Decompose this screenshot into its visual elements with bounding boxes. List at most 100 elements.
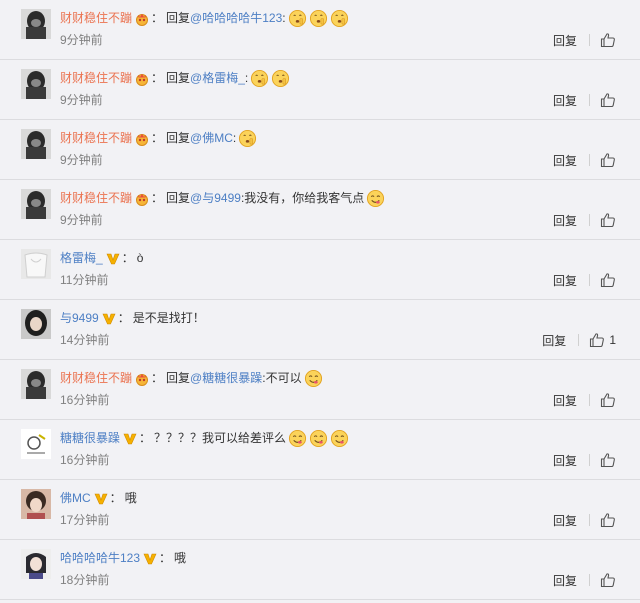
reply-button[interactable]: 回复 [553,392,577,409]
user-avatar[interactable] [21,249,51,279]
shush-emoji-icon [307,8,328,28]
comment-time: 14分钟前 [60,333,110,347]
thumbs-up-icon [600,512,616,528]
yum-emoji-icon [286,428,307,448]
yum-emoji-icon [364,188,385,208]
comment-time: 9分钟前 [60,93,103,107]
like-button[interactable] [600,272,616,288]
comment-text: :不可以 [262,371,302,385]
username-link[interactable]: 财财稳住不蹦 [60,8,132,28]
comment-time: 16分钟前 [60,453,110,467]
reply-button[interactable]: 回复 [553,272,577,289]
reply-prefix: 回复 [166,131,191,145]
yum-emoji-icon [307,428,328,448]
user-avatar[interactable] [21,429,51,459]
comment-text: 哦 [174,551,187,565]
action-divider [589,514,590,526]
username-link[interactable]: 与9499 [60,308,99,328]
username-link[interactable]: 财财稳住不蹦 [60,188,132,208]
comment-line: 财财稳住不蹦：回复 @哈哈哈哈牛123: [60,8,620,28]
reply-button[interactable]: 回复 [553,452,577,469]
separator-colon: ： [121,251,134,265]
verified-v-icon [120,428,137,448]
like-button[interactable] [600,212,616,228]
comment-actions: 回复 [553,31,616,49]
mention-link[interactable]: @与9499 [190,188,241,208]
user-avatar[interactable] [21,549,51,579]
comment-row: 财财稳住不蹦：回复 @与9499:我没有，你给我客气点 9分钟前 回复 [0,180,640,240]
comment-actions: 回复 1 [542,331,616,349]
username-link[interactable]: 财财稳住不蹦 [60,368,132,388]
reply-button[interactable]: 回复 [553,572,577,589]
shush-emoji-icon [328,8,349,28]
action-divider [589,454,590,466]
user-avatar[interactable] [21,309,51,339]
action-divider [589,214,590,226]
like-button[interactable] [600,32,616,48]
mention-link[interactable]: @佛MC [190,128,233,148]
comment-row: 佛MC ：哦 17分钟前 回复 [0,480,640,540]
comment-line: 财财稳住不蹦：回复 @格雷梅_: [60,68,620,88]
comment-line: 糖糖很暴躁 ：？？？？我可以给差评么 [60,428,620,448]
reply-button[interactable]: 回复 [553,152,577,169]
username-link[interactable]: 财财稳住不蹦 [60,68,132,88]
separator-colon: ： [109,491,122,505]
user-avatar[interactable] [21,69,51,99]
reply-button[interactable]: 回复 [553,92,577,109]
user-avatar[interactable] [21,9,51,39]
comment-text: ò [136,251,144,265]
comment-text: ？？？？我可以给差评么 [154,431,287,445]
comment-time: 17分钟前 [60,513,110,527]
comment-text: :我没有，你给我客气点 [240,191,365,205]
mention-link[interactable]: @格雷梅_ [190,68,245,88]
verified-v-icon [91,488,108,508]
like-button[interactable] [600,392,616,408]
reply-button[interactable]: 回复 [553,32,577,49]
shush-emoji-icon [269,68,290,88]
username-link[interactable]: 佛MC [60,488,91,508]
separator-colon: ： [151,11,164,25]
yum-emoji-icon [328,428,349,448]
username-link[interactable]: 哈哈哈哈牛123 [60,548,140,568]
username-link[interactable]: 格雷梅_ [60,248,103,268]
comment-row: 哈哈哈哈牛123 ：哦 18分钟前 回复 [0,540,640,600]
comment-line: 哈哈哈哈牛123 ：哦 [60,548,620,568]
reply-button[interactable]: 回复 [553,512,577,529]
comment-actions: 回复 [553,151,616,169]
action-divider [589,94,590,106]
like-button[interactable] [600,452,616,468]
crown-emoji-icon [132,8,149,28]
user-avatar[interactable] [21,369,51,399]
username-link[interactable]: 糖糖很暴躁 [60,428,120,448]
like-button[interactable] [600,92,616,108]
like-button[interactable]: 1 [589,332,616,348]
action-divider [578,334,580,346]
like-button[interactable] [600,572,616,588]
comment-line: 财财稳住不蹦 ：回复 @与9499:我没有，你给我客气点 [60,188,620,208]
crown-emoji-icon [132,368,149,388]
separator-colon: ： [151,131,164,145]
user-avatar[interactable] [21,189,51,219]
shush-emoji-icon [248,68,269,88]
like-count: 1 [609,333,616,347]
comment-time: 9分钟前 [60,153,103,167]
user-avatar[interactable] [21,129,51,159]
action-divider [589,394,590,406]
reply-button[interactable]: 回复 [553,212,577,229]
like-button[interactable] [600,512,616,528]
mention-link[interactable]: @糖糖很暴躁 [190,368,262,388]
thumbs-up-icon [600,272,616,288]
action-divider [589,34,590,46]
mention-link[interactable]: @哈哈哈哈牛123 [190,8,282,28]
thumbs-up-icon [589,332,605,348]
username-link[interactable]: 财财稳住不蹦 [60,128,132,148]
action-divider [589,274,590,286]
separator-colon: ： [151,71,164,85]
reply-button[interactable]: 回复 [542,332,566,349]
separator-colon: ： [159,551,172,565]
separator-colon: ： [151,191,164,205]
user-avatar[interactable] [21,489,51,519]
like-button[interactable] [600,152,616,168]
comment-row: 与9499 ：是不是找打！ 14分钟前 回复 1 [0,300,640,360]
comment-time: 11分钟前 [60,273,109,287]
